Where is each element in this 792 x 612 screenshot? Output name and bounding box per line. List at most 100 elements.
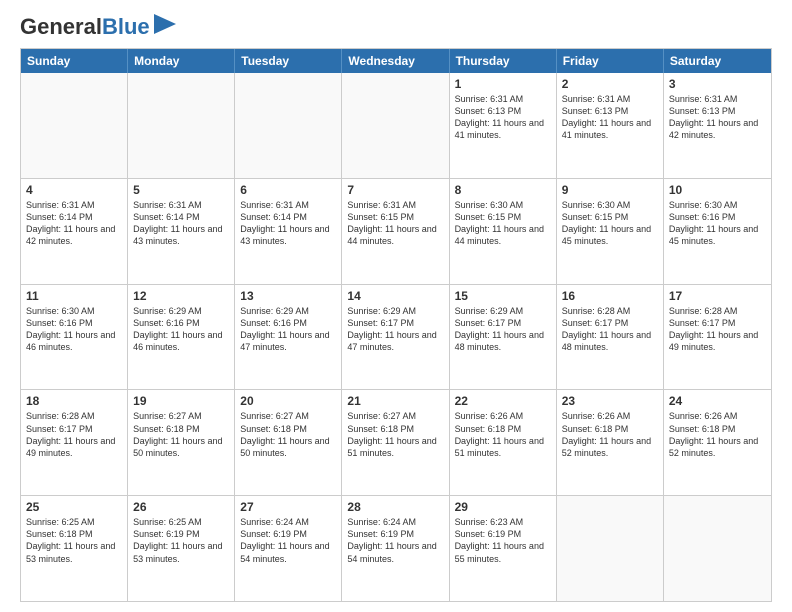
day-info: Sunrise: 6:31 AM Sunset: 6:14 PM Dayligh… [26, 199, 122, 248]
day-cell-18: 18 Sunrise: 6:28 AM Sunset: 6:17 PM Dayli… [21, 390, 128, 495]
day-cell-5: 5Sunrise: 6:31 AM Sunset: 6:14 PM Daylig… [128, 179, 235, 284]
day-cell-17: 17Sunrise: 6:28 AM Sunset: 6:17 PM Dayli… [664, 285, 771, 390]
logo: GeneralBlue [20, 16, 176, 38]
day-info: Sunrise: 6:30 AM Sunset: 6:16 PM Dayligh… [26, 305, 122, 354]
day-cell-11: 11 Sunrise: 6:30 AM Sunset: 6:16 PM Dayli… [21, 285, 128, 390]
empty-cell-4-5 [557, 496, 664, 601]
day-number: 9 [562, 183, 658, 197]
day-cell-26: 26 Sunrise: 6:25 AM Sunset: 6:19 PM Dayli… [128, 496, 235, 601]
day-info: Sunrise: 6:25 AM Sunset: 6:18 PM Dayligh… [26, 516, 122, 565]
day-number: 1 [455, 77, 551, 91]
day-cell-10: 10 Sunrise: 6:30 AM Sunset: 6:16 PM Dayli… [664, 179, 771, 284]
day-number: 11 [26, 289, 122, 303]
day-number: 18 [26, 394, 122, 408]
day-info: Sunrise: 6:29 AM Sunset: 6:16 PM Dayligh… [240, 305, 336, 354]
empty-cell-0-2 [235, 73, 342, 178]
day-cell-28: 28 Sunrise: 6:24 AM Sunset: 6:19 PM Dayli… [342, 496, 449, 601]
day-info: Sunrise: 6:24 AM Sunset: 6:19 PM Dayligh… [240, 516, 336, 565]
day-info: Sunrise: 6:30 AM Sunset: 6:15 PM Dayligh… [562, 199, 658, 248]
day-cell-12: 12 Sunrise: 6:29 AM Sunset: 6:16 PM Dayli… [128, 285, 235, 390]
day-info: Sunrise: 6:28 AM Sunset: 6:17 PM Dayligh… [562, 305, 658, 354]
day-cell-6: 6 Sunrise: 6:31 AM Sunset: 6:14 PM Daylig… [235, 179, 342, 284]
empty-cell-0-0 [21, 73, 128, 178]
day-info: Sunrise: 6:28 AM Sunset: 6:17 PM Dayligh… [669, 305, 766, 354]
day-number: 14 [347, 289, 443, 303]
day-info: Sunrise: 6:26 AM Sunset: 6:18 PM Dayligh… [455, 410, 551, 459]
week-row-2: 4Sunrise: 6:31 AM Sunset: 6:14 PM Daylig… [21, 179, 771, 285]
calendar-body: 1 Sunrise: 6:31 AM Sunset: 6:13 PM Daylig… [21, 73, 771, 601]
day-number: 12 [133, 289, 229, 303]
day-number: 26 [133, 500, 229, 514]
day-number: 15 [455, 289, 551, 303]
day-number: 8 [455, 183, 551, 197]
day-number: 25 [26, 500, 122, 514]
day-header-friday: Friday [557, 49, 664, 73]
day-header-wednesday: Wednesday [342, 49, 449, 73]
day-number: 22 [455, 394, 551, 408]
logo-arrow-icon [154, 14, 176, 34]
day-info: Sunrise: 6:31 AM Sunset: 6:13 PM Dayligh… [562, 93, 658, 142]
day-info: Sunrise: 6:27 AM Sunset: 6:18 PM Dayligh… [347, 410, 443, 459]
day-info: Sunrise: 6:31 AM Sunset: 6:13 PM Dayligh… [455, 93, 551, 142]
day-cell-9: 9 Sunrise: 6:30 AM Sunset: 6:15 PM Daylig… [557, 179, 664, 284]
day-info: Sunrise: 6:29 AM Sunset: 6:16 PM Dayligh… [133, 305, 229, 354]
day-info: Sunrise: 6:29 AM Sunset: 6:17 PM Dayligh… [347, 305, 443, 354]
week-row-5: 25 Sunrise: 6:25 AM Sunset: 6:18 PM Dayli… [21, 496, 771, 601]
empty-cell-4-6 [664, 496, 771, 601]
day-number: 10 [669, 183, 766, 197]
day-info: Sunrise: 6:23 AM Sunset: 6:19 PM Dayligh… [455, 516, 551, 565]
day-cell-29: 29 Sunrise: 6:23 AM Sunset: 6:19 PM Dayli… [450, 496, 557, 601]
day-info: Sunrise: 6:27 AM Sunset: 6:18 PM Dayligh… [133, 410, 229, 459]
day-number: 21 [347, 394, 443, 408]
day-number: 28 [347, 500, 443, 514]
day-cell-15: 15Sunrise: 6:29 AM Sunset: 6:17 PM Dayli… [450, 285, 557, 390]
day-info: Sunrise: 6:28 AM Sunset: 6:17 PM Dayligh… [26, 410, 122, 459]
day-header-thursday: Thursday [450, 49, 557, 73]
day-header-saturday: Saturday [664, 49, 771, 73]
day-cell-13: 13Sunrise: 6:29 AM Sunset: 6:16 PM Dayli… [235, 285, 342, 390]
header: GeneralBlue [20, 16, 772, 38]
day-number: 27 [240, 500, 336, 514]
day-info: Sunrise: 6:26 AM Sunset: 6:18 PM Dayligh… [562, 410, 658, 459]
day-header-tuesday: Tuesday [235, 49, 342, 73]
day-cell-1: 1 Sunrise: 6:31 AM Sunset: 6:13 PM Daylig… [450, 73, 557, 178]
empty-cell-0-3 [342, 73, 449, 178]
day-number: 2 [562, 77, 658, 91]
day-number: 3 [669, 77, 766, 91]
logo-text: GeneralBlue [20, 16, 150, 38]
day-number: 20 [240, 394, 336, 408]
day-info: Sunrise: 6:31 AM Sunset: 6:14 PM Dayligh… [240, 199, 336, 248]
day-cell-21: 21 Sunrise: 6:27 AM Sunset: 6:18 PM Dayli… [342, 390, 449, 495]
day-number: 16 [562, 289, 658, 303]
day-cell-2: 2 Sunrise: 6:31 AM Sunset: 6:13 PM Daylig… [557, 73, 664, 178]
day-info: Sunrise: 6:25 AM Sunset: 6:19 PM Dayligh… [133, 516, 229, 565]
day-cell-23: 23Sunrise: 6:26 AM Sunset: 6:18 PM Dayli… [557, 390, 664, 495]
day-cell-8: 8 Sunrise: 6:30 AM Sunset: 6:15 PM Daylig… [450, 179, 557, 284]
week-row-1: 1 Sunrise: 6:31 AM Sunset: 6:13 PM Daylig… [21, 73, 771, 179]
day-info: Sunrise: 6:26 AM Sunset: 6:18 PM Dayligh… [669, 410, 766, 459]
day-cell-7: 7Sunrise: 6:31 AM Sunset: 6:15 PM Daylig… [342, 179, 449, 284]
day-cell-24: 24 Sunrise: 6:26 AM Sunset: 6:18 PM Dayli… [664, 390, 771, 495]
day-cell-19: 19 Sunrise: 6:27 AM Sunset: 6:18 PM Dayli… [128, 390, 235, 495]
day-cell-16: 16 Sunrise: 6:28 AM Sunset: 6:17 PM Dayli… [557, 285, 664, 390]
day-number: 7 [347, 183, 443, 197]
day-cell-27: 27 Sunrise: 6:24 AM Sunset: 6:19 PM Dayli… [235, 496, 342, 601]
day-cell-3: 3 Sunrise: 6:31 AM Sunset: 6:13 PM Daylig… [664, 73, 771, 178]
empty-cell-0-1 [128, 73, 235, 178]
day-info: Sunrise: 6:30 AM Sunset: 6:15 PM Dayligh… [455, 199, 551, 248]
calendar-header-row: SundayMondayTuesdayWednesdayThursdayFrid… [21, 49, 771, 73]
day-number: 24 [669, 394, 766, 408]
day-header-sunday: Sunday [21, 49, 128, 73]
day-info: Sunrise: 6:24 AM Sunset: 6:19 PM Dayligh… [347, 516, 443, 565]
week-row-3: 11 Sunrise: 6:30 AM Sunset: 6:16 PM Dayli… [21, 285, 771, 391]
day-number: 5 [133, 183, 229, 197]
day-number: 29 [455, 500, 551, 514]
day-number: 19 [133, 394, 229, 408]
day-header-monday: Monday [128, 49, 235, 73]
page: GeneralBlue SundayMondayTuesdayWednesday… [0, 0, 792, 612]
calendar: SundayMondayTuesdayWednesdayThursdayFrid… [20, 48, 772, 602]
day-cell-22: 22 Sunrise: 6:26 AM Sunset: 6:18 PM Dayli… [450, 390, 557, 495]
day-info: Sunrise: 6:30 AM Sunset: 6:16 PM Dayligh… [669, 199, 766, 248]
day-number: 6 [240, 183, 336, 197]
day-info: Sunrise: 6:31 AM Sunset: 6:13 PM Dayligh… [669, 93, 766, 142]
